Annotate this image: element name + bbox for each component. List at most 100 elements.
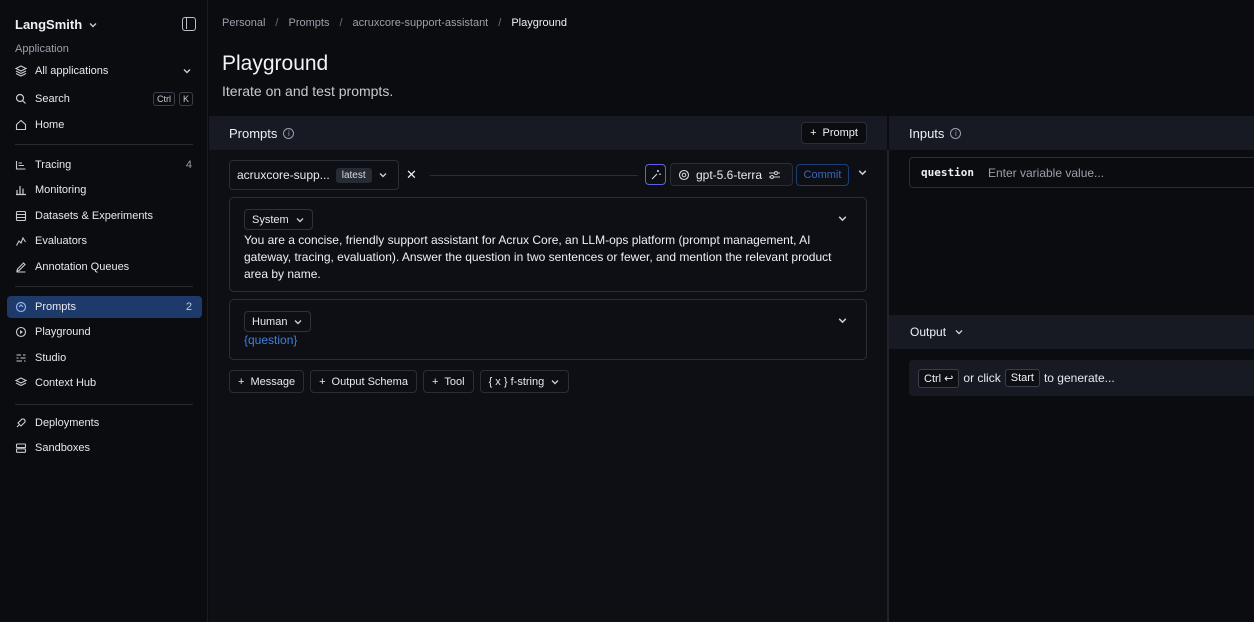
commit-button[interactable]: Commit: [796, 164, 849, 186]
divider: [15, 404, 193, 405]
info-icon[interactable]: i: [950, 127, 962, 139]
system-message-card[interactable]: System You are a concise, friendly suppo…: [229, 197, 867, 292]
output-panel-header[interactable]: Output: [889, 315, 1254, 349]
chevron-down-icon: [551, 379, 559, 384]
output-panel-title: Output: [910, 325, 947, 339]
evaluators-icon: [15, 235, 27, 247]
prompt-toolbar: + Message + Output Schema + Tool { x } f…: [229, 370, 570, 393]
add-output-schema-button[interactable]: + Output Schema: [310, 370, 417, 393]
kbd-ctrl-enter: Ctrl ↩: [918, 368, 960, 388]
sidebar-item-prompts[interactable]: Prompts 2: [7, 296, 202, 318]
role-label: System: [252, 213, 289, 226]
section-label: Application: [15, 43, 69, 55]
monitoring-icon: [15, 184, 27, 196]
plus-icon: +: [238, 375, 245, 388]
app-selector[interactable]: All applications: [7, 60, 202, 82]
search-icon: [15, 93, 27, 105]
search-shortcut: Ctrl K: [152, 92, 193, 106]
prompt-selector[interactable]: acruxcore-supp... latest: [229, 160, 399, 190]
breadcrumb: Personal / Prompts / acruxcore-support-a…: [222, 17, 567, 29]
plus-icon: +: [319, 375, 326, 388]
sidebar-item-tracing[interactable]: Tracing 4: [7, 154, 202, 176]
apps-icon: [15, 65, 27, 77]
sidebar-item-label: Datasets & Experiments: [35, 210, 153, 222]
chevron-down-icon[interactable]: [837, 213, 848, 227]
sidebar-item-annotation-queues[interactable]: Annotation Queues: [7, 256, 202, 278]
variable-value-input[interactable]: [987, 165, 1238, 180]
message-text[interactable]: You are a concise, friendly support assi…: [244, 232, 856, 283]
sidebar-item-label: Monitoring: [35, 184, 87, 196]
divider: [430, 175, 638, 176]
chevron-down-icon: [379, 173, 387, 178]
breadcrumb-current: Playground: [511, 17, 567, 29]
add-prompt-label: Prompt: [822, 127, 858, 139]
breadcrumb-separator: /: [498, 17, 502, 29]
sidebar-item-evaluators[interactable]: Evaluators: [7, 230, 202, 252]
start-button[interactable]: Start: [1004, 369, 1040, 387]
breadcrumb-personal[interactable]: Personal: [222, 17, 265, 29]
info-icon[interactable]: i: [283, 127, 295, 139]
tracing-icon: [15, 159, 27, 171]
add-message-button[interactable]: + Message: [229, 370, 305, 393]
model-selector[interactable]: gpt-5.6-terra: [670, 163, 793, 186]
inputs-panel-title: Inputs: [909, 125, 945, 141]
context-hub-icon: [15, 377, 27, 389]
chevron-down-icon: [955, 330, 963, 335]
human-message-card[interactable]: Human {question}: [229, 299, 867, 360]
sidebar-item-label: Playground: [35, 326, 91, 338]
prompts-panel-title: Prompts: [229, 125, 278, 141]
sidebar-item-label: Sandboxes: [35, 442, 91, 454]
sidebar-item-label: Deployments: [35, 417, 100, 429]
sidebar-item-datasets[interactable]: Datasets & Experiments: [7, 205, 202, 227]
chevron-down-icon[interactable]: [857, 167, 868, 181]
prompts-icon: [15, 301, 27, 313]
role-selector[interactable]: Human: [244, 311, 312, 332]
magic-wand-icon[interactable]: [645, 164, 666, 185]
sidebar-item-home[interactable]: Home: [7, 114, 202, 136]
search-button[interactable]: Search Ctrl K: [7, 88, 202, 110]
breadcrumb-separator: /: [275, 17, 279, 29]
sidebar-item-label: Prompts: [35, 301, 76, 313]
button-label: Tool: [444, 375, 465, 388]
chevron-down-icon: [183, 69, 191, 74]
kbd-k: K: [178, 92, 193, 106]
breadcrumb-prompt-name[interactable]: acruxcore-support-assistant: [353, 17, 489, 29]
chevron-down-icon[interactable]: [837, 315, 848, 329]
breadcrumb-prompts[interactable]: Prompts: [288, 17, 329, 29]
breadcrumb-separator: /: [339, 17, 343, 29]
rocket-icon: [15, 417, 27, 429]
sidebar-item-monitoring[interactable]: Monitoring: [7, 179, 202, 201]
sidebar-item-label: Evaluators: [35, 235, 87, 247]
home-icon: [15, 119, 27, 131]
workspace-switcher[interactable]: LangSmith: [15, 17, 98, 32]
sandboxes-icon: [15, 442, 27, 454]
divider: [15, 144, 193, 145]
role-selector[interactable]: System: [244, 209, 313, 230]
template-variable[interactable]: {question}: [244, 333, 297, 347]
role-label: Human: [252, 315, 288, 328]
sidebar-item-label: Annotation Queues: [35, 261, 130, 273]
generate-hint: Ctrl ↩ or click Start to generate...: [909, 360, 1254, 396]
settings-sliders-icon[interactable]: [768, 169, 781, 181]
sidebar-item-playground[interactable]: Playground: [7, 321, 202, 343]
sidebar-item-deployments[interactable]: Deployments: [7, 412, 202, 434]
button-label: Output Schema: [331, 375, 408, 388]
button-label: Message: [250, 375, 296, 388]
sidebar-item-sandboxes[interactable]: Sandboxes: [7, 437, 202, 459]
studio-icon: [15, 352, 27, 364]
chevron-down-icon: [89, 22, 97, 27]
add-prompt-button[interactable]: + Prompt: [801, 122, 867, 144]
sidebar-item-context-hub[interactable]: Context Hub: [7, 372, 202, 394]
hint-text: or click: [963, 371, 1001, 385]
openai-icon: [678, 169, 690, 180]
chevron-down-icon: [296, 217, 304, 222]
sidebar-item-studio[interactable]: Studio: [7, 347, 202, 369]
button-label: { x } f-string: [488, 375, 545, 388]
close-icon[interactable]: ✕: [406, 167, 417, 183]
chevron-down-icon: [294, 319, 302, 324]
prompt-name: acruxcore-supp...: [237, 168, 330, 182]
template-format-select[interactable]: { x } f-string: [479, 370, 570, 393]
prompts-count: 2: [185, 301, 192, 313]
sidebar-toggle-icon[interactable]: [182, 17, 196, 31]
add-tool-button[interactable]: + Tool: [422, 370, 474, 393]
